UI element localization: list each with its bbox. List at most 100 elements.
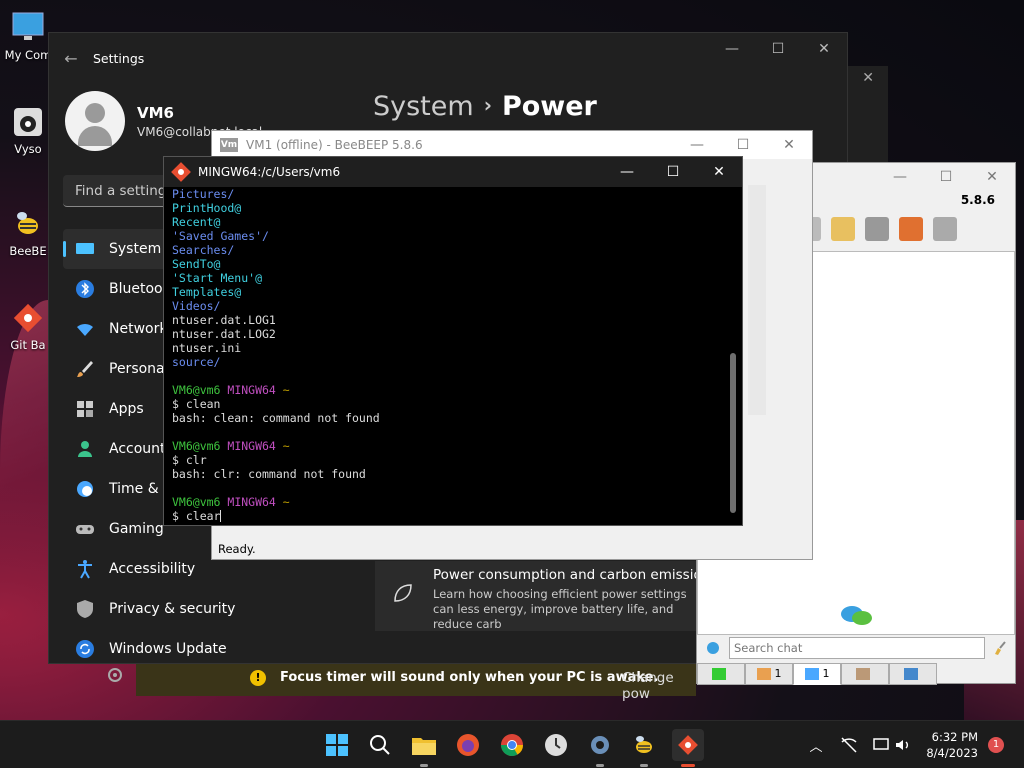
taskbar-search-button[interactable] bbox=[364, 729, 396, 761]
beebeep-scrollbar[interactable] bbox=[748, 185, 766, 415]
tab-share[interactable] bbox=[889, 663, 937, 685]
back-arrow-icon[interactable]: ← bbox=[49, 49, 93, 68]
minimize-icon[interactable]: — bbox=[674, 131, 720, 159]
beebeep-icon bbox=[17, 212, 38, 234]
taskbar-firefox[interactable] bbox=[452, 729, 484, 761]
edit-icon[interactable] bbox=[831, 217, 855, 241]
speaker-icon[interactable] bbox=[894, 736, 912, 754]
terminal-line: 'Saved Games'/ bbox=[172, 229, 269, 243]
maximize-icon[interactable]: ☐ bbox=[923, 163, 969, 191]
terminal-line: ntuser.dat.LOG1 bbox=[172, 313, 276, 327]
running-indicator bbox=[420, 764, 428, 767]
leaf-icon bbox=[394, 584, 412, 602]
terminal-line: ntuser.dat.LOG2 bbox=[172, 327, 276, 341]
desktop-icon-label: BeeBE bbox=[9, 244, 47, 258]
taskbar: ︿ 6:32 PM 8/4/2023 1 bbox=[0, 720, 1024, 768]
shield-icon bbox=[77, 600, 93, 618]
close-icon[interactable]: ✕ bbox=[696, 157, 742, 187]
terminal-line: ntuser.ini bbox=[172, 341, 242, 355]
close-icon[interactable]: ✕ bbox=[766, 131, 812, 159]
tab-users[interactable]: 1 bbox=[745, 663, 793, 685]
settings-window-controls: — ☐ ✕ bbox=[709, 33, 847, 65]
transfer-icon[interactable] bbox=[899, 217, 923, 241]
terminal-line: $ clean bbox=[172, 397, 221, 411]
delete-icon[interactable] bbox=[933, 217, 957, 241]
terminal-line: SendTo@ bbox=[172, 257, 221, 271]
tab-chat[interactable] bbox=[697, 663, 745, 685]
minimize-icon[interactable]: — bbox=[709, 33, 755, 65]
terminal-line: Templates@ bbox=[172, 285, 242, 299]
users-icon bbox=[756, 668, 771, 680]
search-chat-input[interactable]: Search chat bbox=[729, 637, 985, 659]
minimize-icon[interactable]: — bbox=[604, 157, 650, 187]
terminal-line: VM6@vm6 MINGW64 ~ bbox=[172, 495, 290, 509]
nav-label: System bbox=[109, 241, 162, 257]
settings-title: Settings bbox=[93, 50, 145, 66]
settings-icon bbox=[591, 736, 609, 754]
minimize-icon[interactable]: — bbox=[877, 163, 923, 191]
terminal-scrollbar[interactable] bbox=[730, 191, 738, 525]
warning-icon: ! bbox=[250, 670, 266, 686]
clock-time: 6:32 PM bbox=[931, 730, 978, 744]
maximize-icon[interactable]: ☐ bbox=[650, 157, 696, 187]
change-power-link[interactable]: Change pow bbox=[622, 670, 696, 702]
close-icon[interactable]: ✕ bbox=[801, 33, 847, 65]
terminal-output[interactable]: Pictures/PrintHood@ Recent@ 'Saved Games'/… bbox=[166, 187, 732, 525]
avatar bbox=[65, 91, 125, 151]
nav-item-privacy-security[interactable]: Privacy & security bbox=[63, 589, 283, 629]
maximize-icon[interactable]: ☐ bbox=[720, 131, 766, 159]
beebeep-icon bbox=[636, 736, 652, 753]
breadcrumb-parent[interactable]: System bbox=[373, 91, 474, 122]
scrollbar-thumb[interactable] bbox=[730, 353, 736, 513]
network-disconnected-icon[interactable] bbox=[840, 736, 858, 754]
chat-bubbles-icon bbox=[804, 668, 819, 680]
file-explorer-icon bbox=[412, 738, 436, 755]
tools-icon[interactable] bbox=[865, 217, 889, 241]
focus-message: Focus timer will sound only when your PC… bbox=[280, 670, 659, 685]
clear-brush-icon[interactable] bbox=[991, 640, 1007, 656]
beebeep-chat-window-controls: — ☐ ✕ bbox=[877, 163, 1015, 191]
terminal-line: Searches/ bbox=[172, 243, 235, 257]
close-icon[interactable]: ✕ bbox=[969, 163, 1015, 191]
nav-label: Network bbox=[109, 321, 168, 337]
page-title: Power bbox=[501, 91, 597, 122]
close-icon[interactable]: ✕ bbox=[862, 70, 874, 86]
beebeep-window-controls: — ☐ ✕ bbox=[674, 131, 812, 159]
text-cursor bbox=[220, 510, 222, 522]
tab-groups[interactable] bbox=[841, 663, 889, 685]
notification-badge[interactable]: 1 bbox=[988, 737, 1004, 753]
terminal-line: bash: clean: command not found bbox=[172, 411, 380, 425]
clock-date: 8/4/2023 bbox=[926, 746, 978, 760]
search-options-icon[interactable] bbox=[705, 640, 721, 656]
chat-green-icon bbox=[712, 668, 726, 680]
tab-count: 1 bbox=[822, 667, 830, 680]
chevron-up-icon[interactable]: ︿ bbox=[806, 736, 826, 755]
terminal-window: MINGW64:/c/Users/vm6 — ☐ ✕ Pictures/Prin… bbox=[163, 156, 743, 526]
display-icon[interactable] bbox=[872, 736, 890, 754]
nav-item-windows-update[interactable]: Windows Update bbox=[63, 629, 283, 669]
nav-label: Windows Update bbox=[109, 641, 227, 657]
taskbar-clock[interactable]: 6:32 PM 8/4/2023 bbox=[926, 729, 978, 761]
terminal-line: Videos/ bbox=[172, 299, 221, 313]
beebeep-version: 5.8.6 bbox=[960, 193, 995, 207]
nav-label: Apps bbox=[109, 401, 144, 417]
gear-icon[interactable] bbox=[105, 665, 125, 685]
system-tray: ︿ bbox=[806, 721, 912, 768]
beebeep-toolbar bbox=[797, 217, 957, 247]
taskbar-file-explorer[interactable] bbox=[408, 729, 440, 767]
maximize-icon[interactable]: ☐ bbox=[755, 33, 801, 65]
beebeep-tabs: 1 1 bbox=[697, 663, 937, 685]
tab-chats[interactable]: 1 bbox=[793, 663, 841, 685]
taskbar-beebeep[interactable] bbox=[628, 729, 660, 767]
taskbar-settings[interactable] bbox=[584, 729, 616, 767]
focus-timer-bar: ! Focus timer will sound only when your … bbox=[136, 664, 696, 702]
taskbar-git-bash[interactable] bbox=[672, 729, 704, 767]
taskbar-chrome[interactable] bbox=[496, 729, 528, 761]
taskbar-clock-app[interactable] bbox=[540, 729, 572, 761]
firefox-icon bbox=[457, 734, 479, 756]
desktop-icon-label: Vyso bbox=[14, 142, 42, 156]
git-bash-icon bbox=[13, 303, 43, 333]
start-button[interactable] bbox=[321, 729, 353, 761]
share-icon bbox=[904, 668, 918, 680]
